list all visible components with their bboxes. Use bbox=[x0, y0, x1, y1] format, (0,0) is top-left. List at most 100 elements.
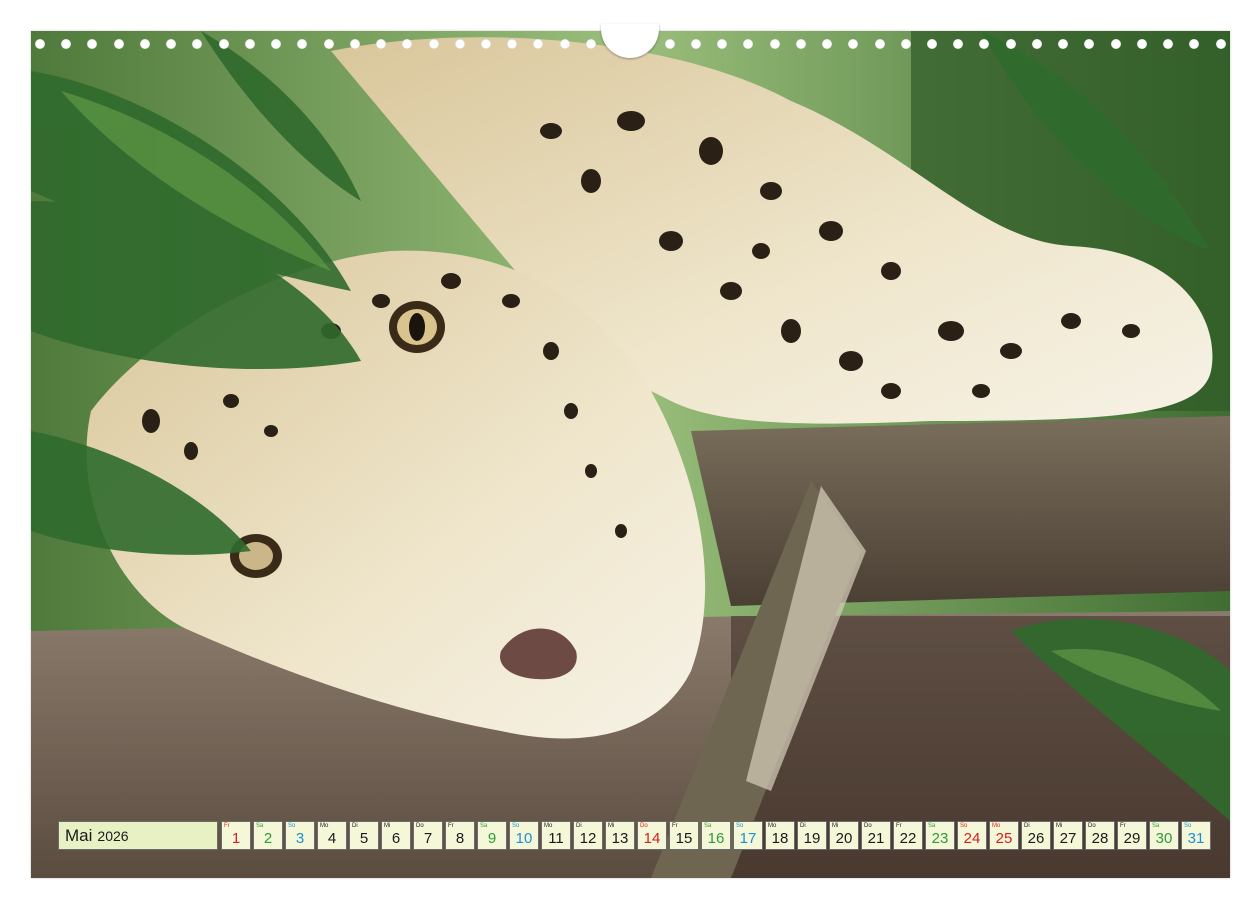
binding-hole bbox=[35, 39, 45, 49]
binding-hole bbox=[1110, 39, 1121, 49]
binding-hole bbox=[533, 39, 544, 49]
weekday-abbr: Di bbox=[1024, 823, 1030, 829]
binding-hole bbox=[166, 39, 177, 49]
binding-hole bbox=[664, 39, 675, 49]
weekday-abbr: Sa bbox=[256, 823, 264, 829]
day-number: 26 bbox=[1027, 830, 1045, 847]
day-number: 16 bbox=[707, 830, 725, 847]
day-number: 3 bbox=[295, 830, 305, 847]
day-cell: Fr 1 bbox=[221, 821, 251, 850]
day-number: 31 bbox=[1187, 830, 1205, 847]
day-number: 17 bbox=[739, 830, 757, 847]
binding-hole bbox=[1031, 39, 1042, 49]
binding-hole bbox=[218, 39, 229, 49]
weekday-abbr: So bbox=[960, 823, 968, 829]
day-cell: Fr 22 bbox=[893, 821, 923, 850]
day-cell: Do 21 bbox=[861, 821, 891, 850]
day-cell: Sa 16 bbox=[701, 821, 731, 850]
day-cell: So 3 bbox=[285, 821, 315, 850]
day-cell: Mo 25 bbox=[989, 821, 1019, 850]
weekday-abbr: Mi bbox=[832, 823, 839, 829]
day-number: 7 bbox=[423, 830, 433, 847]
weekday-abbr: So bbox=[288, 823, 296, 829]
day-number: 30 bbox=[1155, 830, 1173, 847]
binding-hole bbox=[979, 39, 990, 49]
binding-hole bbox=[480, 39, 491, 49]
binding-hole bbox=[297, 39, 308, 49]
weekday-abbr: Mo bbox=[992, 823, 1001, 829]
weekday-abbr: Mo bbox=[768, 823, 777, 829]
day-number: 6 bbox=[391, 830, 401, 847]
day-number: 12 bbox=[579, 830, 597, 847]
day-cell: Mo 4 bbox=[317, 821, 347, 850]
binding-hole bbox=[1136, 39, 1147, 49]
day-number: 24 bbox=[963, 830, 981, 847]
day-number: 18 bbox=[771, 830, 789, 847]
day-number: 15 bbox=[675, 830, 693, 847]
day-cell: So 31 bbox=[1181, 821, 1211, 850]
binding-hole bbox=[585, 39, 596, 49]
day-number: 5 bbox=[359, 830, 369, 847]
weekday-abbr: Mi bbox=[608, 823, 615, 829]
day-cell: So 10 bbox=[509, 821, 539, 850]
calendar-page bbox=[31, 31, 1230, 878]
day-cell: Fr 29 bbox=[1117, 821, 1147, 850]
day-cell: Do 14 bbox=[637, 821, 667, 850]
weekday-abbr: Do bbox=[640, 823, 648, 829]
day-number: 9 bbox=[487, 830, 497, 847]
day-number: 8 bbox=[455, 830, 465, 847]
weekday-abbr: Mo bbox=[544, 823, 553, 829]
day-cell: Mi 6 bbox=[381, 821, 411, 850]
weekday-abbr: Fr bbox=[672, 823, 678, 829]
month-year: 2026 bbox=[97, 827, 129, 844]
day-cell: Mo 18 bbox=[765, 821, 795, 850]
binding-hole bbox=[848, 39, 859, 49]
day-cell: Sa 2 bbox=[253, 821, 283, 850]
binding-hole bbox=[559, 39, 570, 49]
day-cell: Mo 11 bbox=[541, 821, 571, 850]
day-number: 11 bbox=[548, 830, 564, 847]
binding-hole bbox=[1058, 39, 1069, 49]
day-cell: Mi 13 bbox=[605, 821, 635, 850]
weekday-abbr: So bbox=[736, 823, 744, 829]
binding-hole bbox=[1005, 39, 1016, 49]
day-cell: Do 7 bbox=[413, 821, 443, 850]
day-cell: Fr 15 bbox=[669, 821, 699, 850]
binding-hole bbox=[87, 39, 98, 49]
binding-hole bbox=[139, 39, 150, 49]
binding-hole bbox=[822, 39, 833, 49]
binding-hole bbox=[507, 39, 518, 49]
weekday-abbr: So bbox=[512, 823, 520, 829]
binding-hole bbox=[244, 39, 255, 49]
binding-hole bbox=[1215, 39, 1226, 49]
binding-hole bbox=[454, 39, 465, 49]
binding-hole bbox=[1084, 39, 1095, 49]
day-number: 10 bbox=[515, 830, 533, 847]
binding-hole bbox=[1163, 39, 1174, 49]
day-cells: Fr 1 Sa 2 So 3 Mo 4 Di 5 Mi 6 Do 7 Fr 8 Sa 9 So 10 Mo 11 Di 12 M… bbox=[218, 821, 1211, 850]
binding-hole bbox=[376, 39, 387, 49]
day-cell: So 17 bbox=[733, 821, 763, 850]
calendar-strip: Mai 2026 Fr 1 Sa 2 So 3 Mo 4 Di 5 Mi 6 Do 7 Fr 8 Sa 9 So 10… bbox=[58, 821, 1211, 850]
binding-hole bbox=[769, 39, 780, 49]
day-number: 22 bbox=[899, 830, 917, 847]
day-number: 25 bbox=[995, 830, 1013, 847]
day-number: 4 bbox=[327, 830, 337, 847]
binding-hole bbox=[349, 39, 360, 49]
day-number: 1 bbox=[231, 830, 241, 847]
binding-hole bbox=[192, 39, 203, 49]
month-name: Mai bbox=[65, 825, 93, 845]
weekday-abbr: Mi bbox=[1056, 823, 1063, 829]
weekday-abbr: So bbox=[1184, 823, 1192, 829]
day-cell: So 24 bbox=[957, 821, 987, 850]
binding-hole bbox=[402, 39, 413, 49]
binding-hole bbox=[690, 39, 701, 49]
day-cell: Di 5 bbox=[349, 821, 379, 850]
weekday-abbr: Mo bbox=[320, 823, 329, 829]
weekday-abbr: Sa bbox=[480, 823, 488, 829]
binding-hole bbox=[1189, 39, 1200, 49]
weekday-abbr: Di bbox=[576, 823, 582, 829]
day-cell: Di 19 bbox=[797, 821, 827, 850]
weekday-abbr: Sa bbox=[704, 823, 712, 829]
binding-hole bbox=[61, 39, 72, 49]
